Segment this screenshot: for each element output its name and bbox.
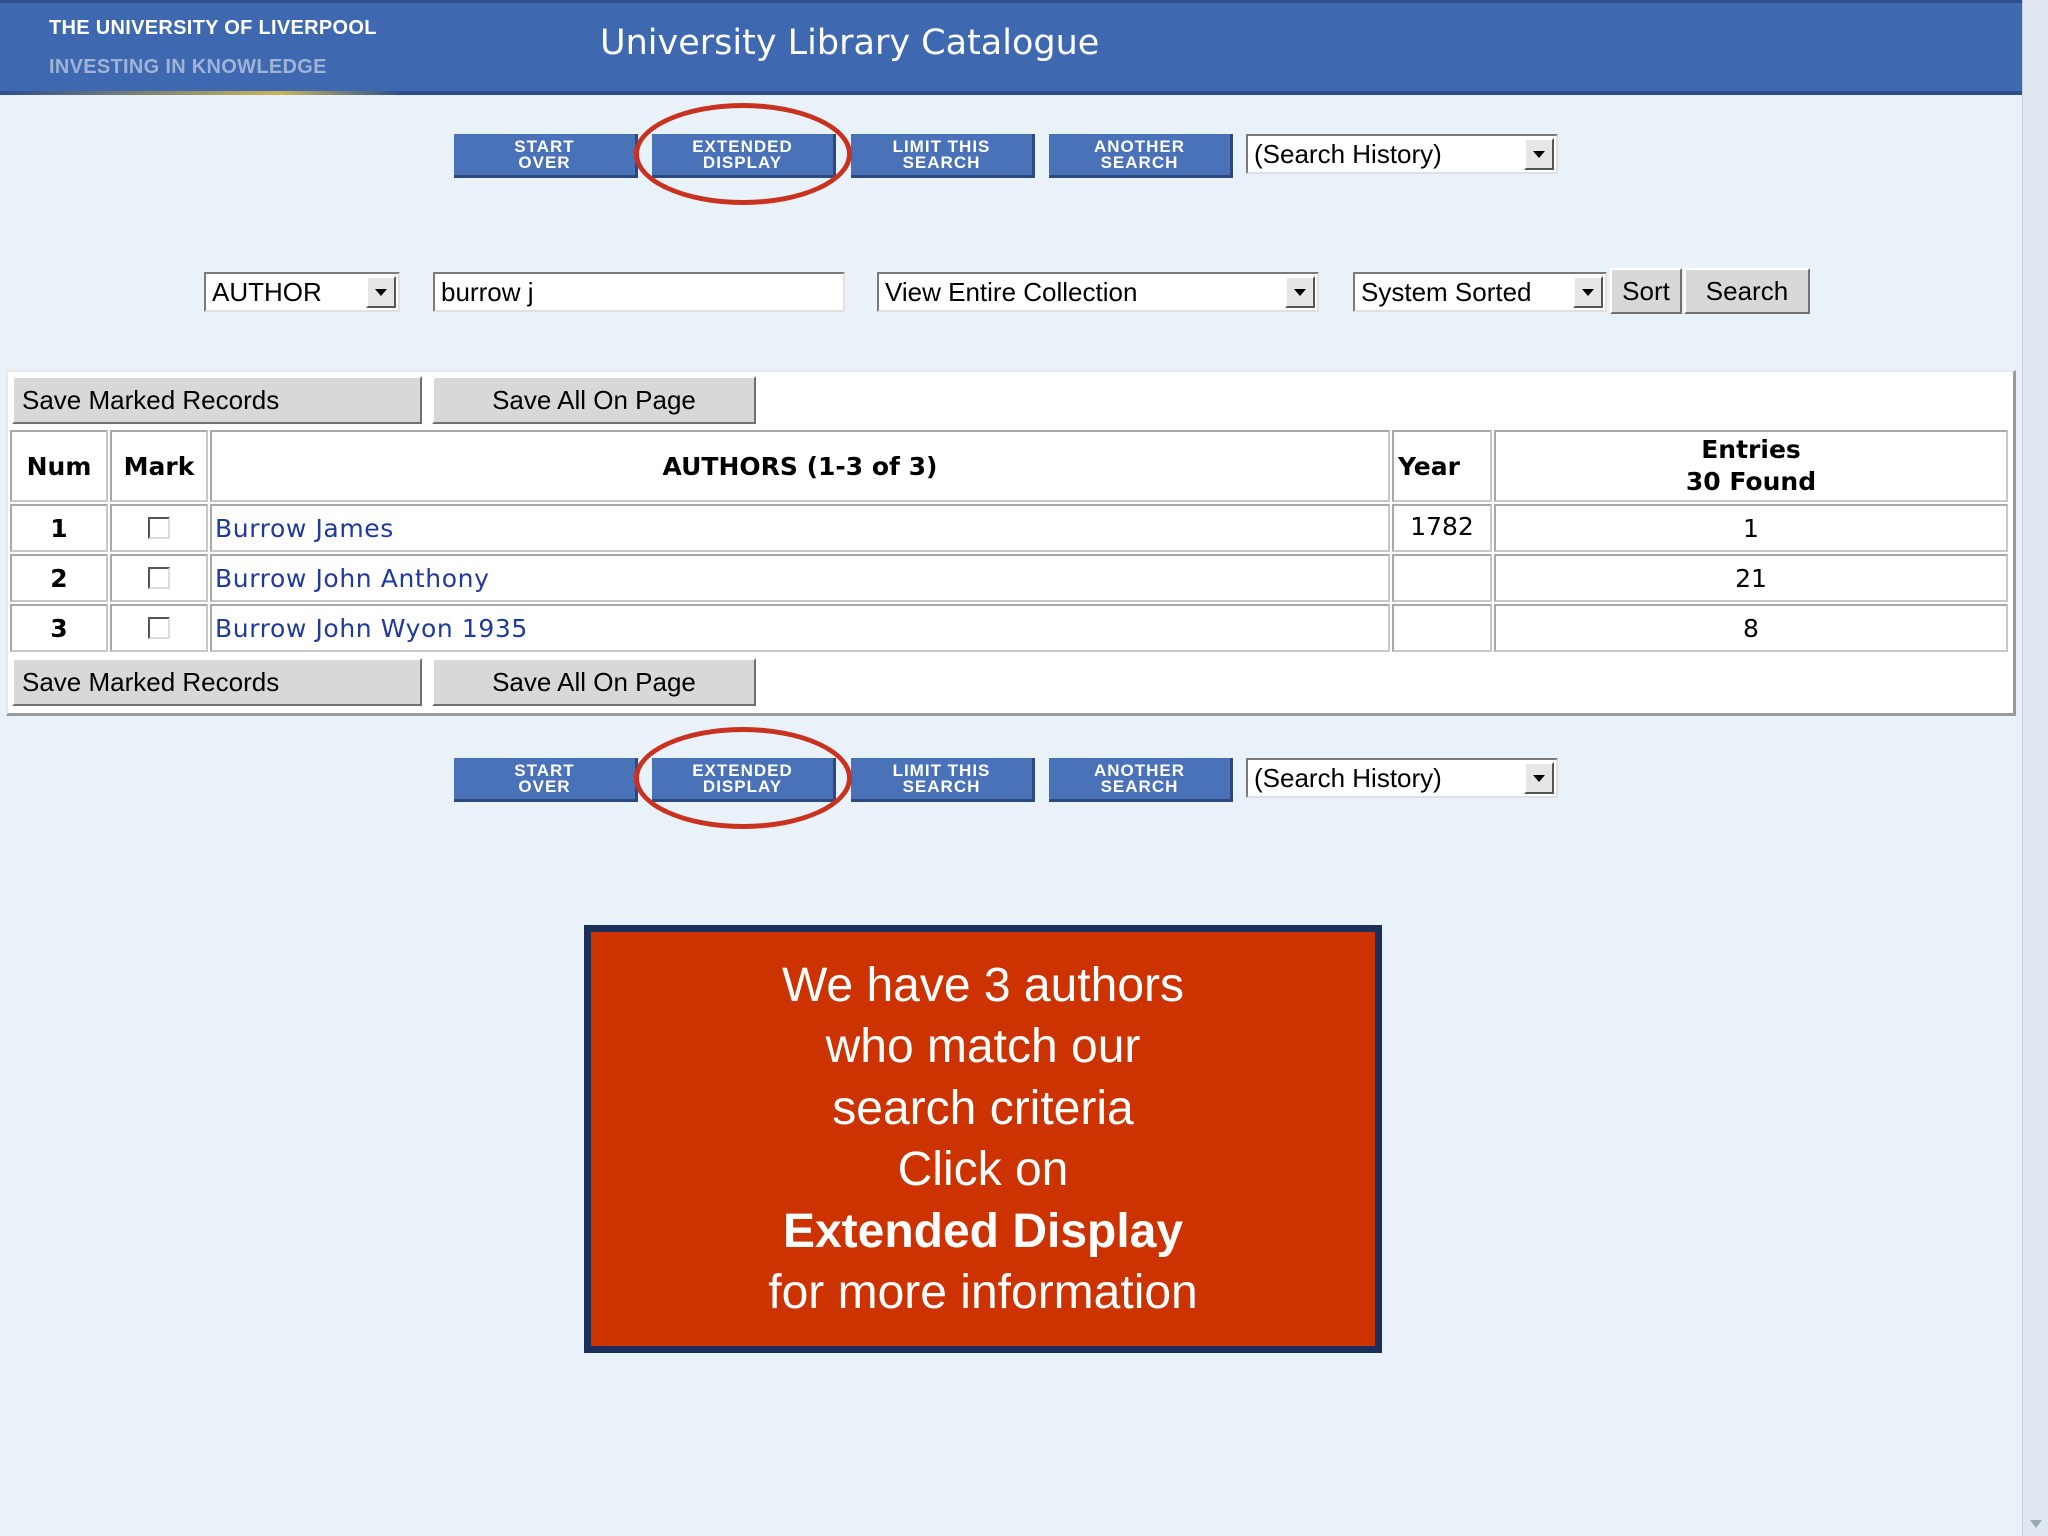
collection-select[interactable]: View Entire Collection xyxy=(877,272,1319,312)
limit-search-button[interactable]: Limit This Search xyxy=(851,758,1035,802)
start-over-button[interactable]: Start Over xyxy=(454,134,638,178)
mark-checkbox[interactable] xyxy=(148,517,170,539)
dropdown-arrow-icon[interactable] xyxy=(1573,276,1603,308)
row-num: 1 xyxy=(10,504,108,552)
search-history-select[interactable]: (Search History) xyxy=(1246,758,1558,798)
year-cell xyxy=(1392,604,1492,652)
mark-checkbox[interactable] xyxy=(148,617,170,639)
callout-line: We have 3 authors xyxy=(781,958,1185,1012)
callout-line: search criteria xyxy=(832,1081,1134,1135)
university-name: THE UNIVERSITY OF LIVERPOOL xyxy=(49,17,377,39)
author-link[interactable]: Burrow James xyxy=(215,514,394,543)
another-search-button[interactable]: Another Search xyxy=(1049,134,1233,178)
entries-found-count: 30 Found xyxy=(1685,467,1817,496)
start-over-button[interactable]: Start Over xyxy=(454,758,638,802)
row-mark-cell xyxy=(110,604,208,652)
search-input[interactable]: burrow j xyxy=(433,272,845,312)
extended-display-button[interactable]: Extended Display xyxy=(652,134,836,178)
search-input-value: burrow j xyxy=(441,276,534,307)
collection-value: View Entire Collection xyxy=(885,276,1138,307)
save-marked-records-button[interactable]: Save Marked Records xyxy=(12,658,422,706)
extended-display-button[interactable]: Extended Display xyxy=(652,758,836,802)
callout-line: for more information xyxy=(768,1266,1198,1319)
search-button[interactable]: Search xyxy=(1684,268,1810,314)
save-marked-records-button[interactable]: Save Marked Records xyxy=(12,376,422,424)
entries-header-label: Entries xyxy=(1701,435,1801,464)
dropdown-arrow-icon[interactable] xyxy=(366,276,396,308)
column-header-authors: AUTHORS (1-3 of 3) xyxy=(210,430,1390,502)
author-link[interactable]: Burrow John Wyon 1935 xyxy=(215,614,528,643)
instruction-callout: We have 3 authors who match our search c… xyxy=(584,925,1382,1353)
page-title: University Library Catalogue xyxy=(600,23,1100,63)
limit-search-button[interactable]: Limit This Search xyxy=(851,134,1035,178)
dropdown-arrow-icon[interactable] xyxy=(1524,138,1554,170)
nav-bar-top: Start Over Extended Display Limit This S… xyxy=(454,103,1558,205)
year-cell: 1782 xyxy=(1392,504,1492,552)
column-header-entries: Entries 30 Found xyxy=(1494,430,2008,502)
results-panel: Save Marked Records Save All On Page Num… xyxy=(6,370,2016,716)
row-num: 3 xyxy=(10,604,108,652)
save-all-on-page-button[interactable]: Save All On Page xyxy=(432,658,756,706)
author-cell: Burrow John Anthony xyxy=(210,554,1390,602)
entries-cell: 21 xyxy=(1494,554,2008,602)
search-field-select[interactable]: AUTHOR xyxy=(204,272,400,312)
save-all-on-page-button[interactable]: Save All On Page xyxy=(432,376,756,424)
sort-button[interactable]: Sort xyxy=(1610,268,1682,314)
nav-bar-bottom: Start Over Extended Display Limit This S… xyxy=(454,727,1558,829)
vertical-scrollbar[interactable] xyxy=(2022,0,2048,1536)
column-header-year: Year xyxy=(1392,430,1492,502)
column-header-num: Num xyxy=(10,430,108,502)
row-num: 2 xyxy=(10,554,108,602)
sort-order-select[interactable]: System Sorted xyxy=(1353,272,1607,312)
scroll-down-icon[interactable] xyxy=(2030,1520,2042,1528)
header-rule-accent xyxy=(0,91,400,95)
entries-cell: 8 xyxy=(1494,604,2008,652)
author-link[interactable]: Burrow John Anthony xyxy=(215,564,490,593)
year-cell xyxy=(1392,554,1492,602)
entries-cell: 1 xyxy=(1494,504,2008,552)
author-cell: Burrow James xyxy=(210,504,1390,552)
university-tagline: INVESTING IN KNOWLEDGE xyxy=(49,56,327,78)
mark-checkbox[interactable] xyxy=(148,567,170,589)
row-mark-cell xyxy=(110,504,208,552)
another-search-button[interactable]: Another Search xyxy=(1049,758,1233,802)
callout-extended-display: Extended Display xyxy=(782,1204,1184,1258)
search-history-select[interactable]: (Search History) xyxy=(1246,134,1558,174)
page-header: THE UNIVERSITY OF LIVERPOOL INVESTING IN… xyxy=(0,0,2022,95)
search-field-value: AUTHOR xyxy=(212,276,322,307)
search-history-value: (Search History) xyxy=(1254,138,1442,169)
sort-order-value: System Sorted xyxy=(1361,276,1532,307)
author-cell: Burrow John Wyon 1935 xyxy=(210,604,1390,652)
search-history-value: (Search History) xyxy=(1254,762,1442,793)
callout-line: Click on xyxy=(897,1143,1069,1196)
dropdown-arrow-icon[interactable] xyxy=(1524,762,1554,794)
dropdown-arrow-icon[interactable] xyxy=(1285,276,1315,308)
callout-line: who match our xyxy=(825,1020,1141,1073)
row-mark-cell xyxy=(110,554,208,602)
column-header-mark: Mark xyxy=(110,430,208,502)
callout-emphasis: Extended Display xyxy=(591,1201,1375,1263)
